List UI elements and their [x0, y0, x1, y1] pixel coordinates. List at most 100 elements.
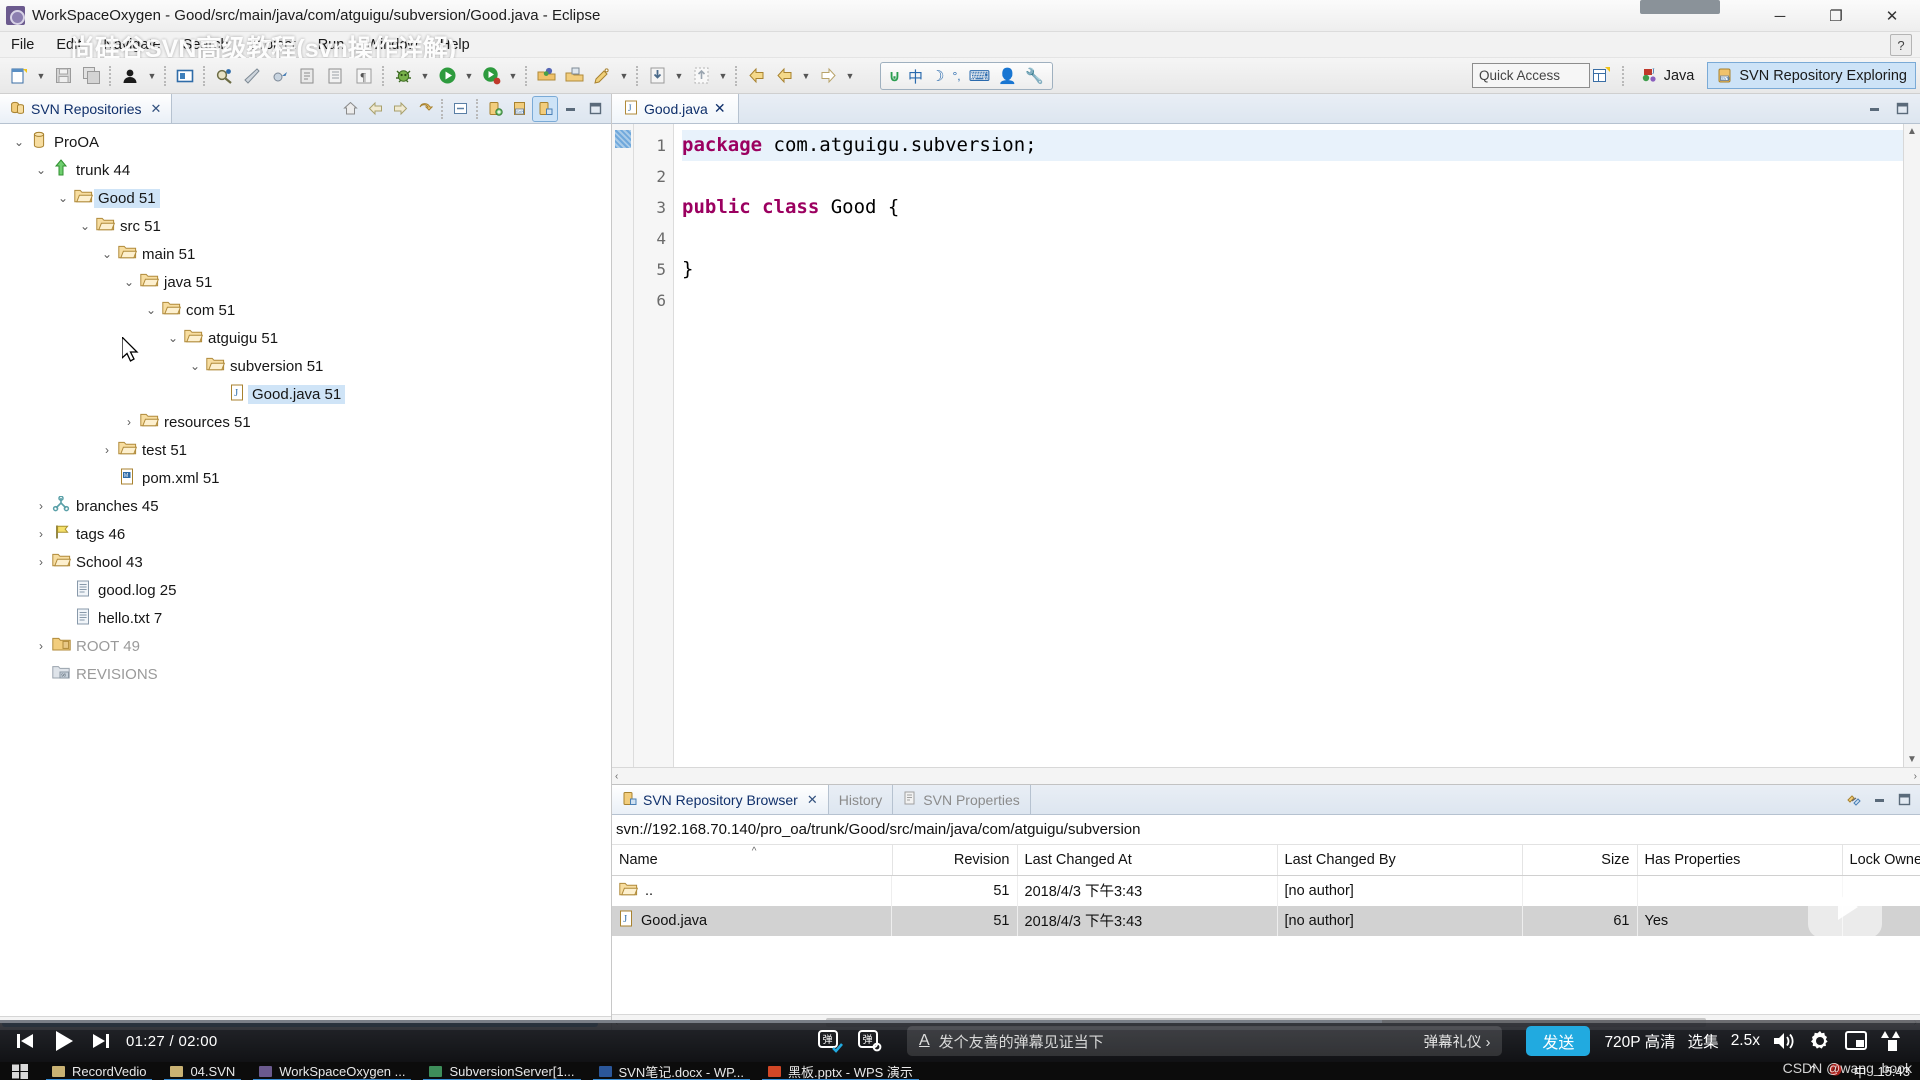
restore-button[interactable]: ❐ — [1808, 0, 1864, 32]
chevron-down-icon[interactable]: ⌄ — [76, 219, 94, 233]
taskbar-item-3[interactable]: SubversionServer[1... — [417, 1062, 586, 1080]
open-perspective-icon[interactable] — [1589, 63, 1615, 89]
ime-punctuation-icon[interactable]: °, — [952, 69, 960, 83]
repository-table-wrapper[interactable]: Name ^ Revision Last Changed At Last Cha… — [612, 845, 1920, 1014]
send-danmaku-button[interactable]: 发送 — [1526, 1026, 1591, 1056]
question-mark-icon[interactable]: ? — [1890, 34, 1912, 56]
link-with-editor-icon[interactable] — [1842, 788, 1866, 812]
tab-svn-properties[interactable]: SVN Properties — [893, 785, 1031, 814]
save-all-icon[interactable] — [78, 63, 104, 89]
tab-good-java[interactable]: J Good.java ✕ — [612, 94, 739, 123]
skip-breakpoints-icon[interactable] — [267, 63, 293, 89]
new-repository-location-icon[interactable] — [483, 97, 507, 121]
code-line[interactable]: package com.atguigu.subversion; — [682, 130, 1903, 161]
back-dropdown-icon[interactable]: ▼ — [799, 63, 813, 89]
import-icon[interactable] — [644, 63, 670, 89]
quality-selector[interactable]: 720P 高清 — [1604, 1030, 1675, 1052]
ime-moon-icon[interactable]: ☽ — [931, 67, 944, 85]
run-dropdown-icon[interactable]: ▼ — [462, 63, 476, 89]
chevron-down-icon[interactable]: ⌄ — [54, 191, 72, 205]
column-header-last-changed-at[interactable]: Last Changed At — [1017, 845, 1278, 876]
tree-item-com[interactable]: ⌄ com 51 — [0, 296, 611, 324]
minimize-icon[interactable] — [1862, 97, 1886, 121]
back-icon[interactable] — [363, 97, 387, 121]
editor-source-code[interactable]: package com.atguigu.subversion; public c… — [674, 124, 1903, 767]
chevron-down-icon[interactable]: ⌄ — [32, 163, 50, 177]
forward-icon[interactable] — [771, 63, 797, 89]
run-coverage-icon[interactable] — [478, 63, 504, 89]
chevron-down-icon[interactable]: ⌄ — [186, 359, 204, 373]
tree-item-trunk[interactable]: ⌄ trunk 44 — [0, 156, 611, 184]
tree-item-pom-xml[interactable]: Mpom.xml 51 — [0, 464, 611, 492]
minimize-icon[interactable] — [558, 97, 582, 121]
playback-speed-button[interactable]: 2.5x — [1731, 1032, 1760, 1050]
table-row[interactable]: J Good.java 51 2018/4/3 下午3:43 [no author] 61… — [612, 905, 1920, 936]
minimize-button[interactable]: ─ — [1752, 0, 1808, 32]
column-header-revision[interactable]: Revision — [892, 845, 1018, 876]
taskbar-item-1[interactable]: 04.SVN — [158, 1062, 247, 1080]
picture-in-picture-icon[interactable] — [1844, 1030, 1868, 1052]
next-icon[interactable] — [815, 63, 841, 89]
editor-horizontal-scrollbar[interactable]: ‹ › — [612, 767, 1920, 784]
code-line[interactable] — [682, 285, 1903, 316]
menu-run[interactable]: Run — [315, 36, 348, 54]
chevron-down-icon[interactable]: ⌄ — [120, 275, 138, 289]
close-icon[interactable]: ✕ — [151, 101, 162, 117]
tray-chevron-icon[interactable]: ⌃ — [1808, 1063, 1819, 1079]
search-icon[interactable] — [211, 63, 237, 89]
tree-item-src[interactable]: ⌄ src 51 — [0, 212, 611, 240]
tree-item-good-java[interactable]: J Good.java 51 — [0, 380, 611, 408]
tray-app-icon[interactable] — [1829, 1063, 1842, 1079]
run-coverage-dropdown-icon[interactable]: ▼ — [506, 63, 520, 89]
previous-annotation-icon[interactable] — [323, 63, 349, 89]
import-dropdown-icon[interactable]: ▼ — [672, 63, 686, 89]
tree-item-good-log[interactable]: good.log 25 — [0, 576, 611, 604]
chevron-down-icon[interactable]: ⌄ — [164, 331, 182, 345]
ime-logo-icon[interactable]: ⊍ — [889, 67, 900, 85]
save-icon[interactable] — [50, 63, 76, 89]
menu-search[interactable]: Search — [180, 36, 232, 54]
tray-clock[interactable]: 15:43 — [1877, 1064, 1910, 1079]
taskbar-item-2[interactable]: WorkSpaceOxygen ... — [247, 1062, 417, 1080]
code-line[interactable] — [682, 223, 1903, 254]
tree-item-atguigu[interactable]: ⌄ atguigu 51 — [0, 324, 611, 352]
scroll-right-icon[interactable]: › — [1914, 771, 1917, 782]
tree-item-subversion[interactable]: ⌄ subversion 51 — [0, 352, 611, 380]
pilcrow-icon[interactable]: ¶ — [351, 63, 377, 89]
maximize-icon[interactable] — [1892, 788, 1916, 812]
chinese-ime-toolbar[interactable]: ⊍ 中 ☽ °, ⌨ 👤 🔧 — [880, 62, 1053, 90]
close-icon[interactable]: ✕ — [807, 792, 818, 808]
tree-item-prooa[interactable]: ⌄ ProOA — [0, 128, 611, 156]
tab-svn-repository-browser[interactable]: SVN Repository Browser ✕ — [612, 785, 829, 814]
show-in-browser-icon[interactable] — [532, 95, 558, 122]
tab-svn-repositories[interactable]: SVN Repositories ✕ — [0, 94, 173, 123]
chevron-right-icon[interactable]: › — [32, 639, 50, 653]
tree-item-java[interactable]: ⌄ java 51 — [0, 268, 611, 296]
scroll-left-icon[interactable]: ‹ — [615, 771, 618, 782]
open-type-icon[interactable] — [172, 63, 198, 89]
menu-edit[interactable]: Edit — [53, 36, 84, 54]
scroll-up-icon[interactable]: ▲ — [1907, 126, 1917, 137]
new-wizard-icon[interactable] — [6, 63, 32, 89]
ime-mode-chinese[interactable]: 中 — [908, 66, 923, 87]
editor-body[interactable]: 1 2 3 4 5 6 package com.atguigu.subversion; p… — [612, 124, 1920, 767]
quick-access-field[interactable]: Quick Access — [1472, 63, 1590, 88]
font-style-icon[interactable]: A — [919, 1032, 930, 1050]
run-icon[interactable] — [434, 63, 460, 89]
keyboard-icon[interactable]: ⌨ — [969, 67, 991, 85]
next-dropdown-icon[interactable]: ▼ — [843, 63, 857, 89]
danmaku-on-icon[interactable]: 弹 — [817, 1029, 843, 1053]
new-repository-icon[interactable]: SVN — [508, 97, 532, 121]
new-java-class-icon[interactable] — [561, 63, 587, 89]
tree-item-school[interactable]: › School 43 — [0, 548, 611, 576]
danmaku-input[interactable]: A 发个友善的弹幕见证当下 弹幕礼仪 › — [906, 1026, 1503, 1056]
table-row[interactable]: .. 51 2018/4/3 下午3:43 [no author] — [612, 875, 1920, 906]
tray-ime-indicator[interactable]: 中 — [1853, 1062, 1866, 1080]
play-icon[interactable] — [50, 1028, 76, 1054]
tree-item-root[interactable]: › ROOT 49 — [0, 632, 611, 660]
tree-item-main[interactable]: ⌄ main 51 — [0, 240, 611, 268]
windows-start-icon[interactable] — [0, 1062, 40, 1080]
danmaku-settings-icon[interactable]: 弹 — [857, 1029, 883, 1053]
wrench-icon[interactable]: 🔧 — [1025, 67, 1044, 85]
close-icon[interactable]: ✕ — [714, 100, 726, 117]
